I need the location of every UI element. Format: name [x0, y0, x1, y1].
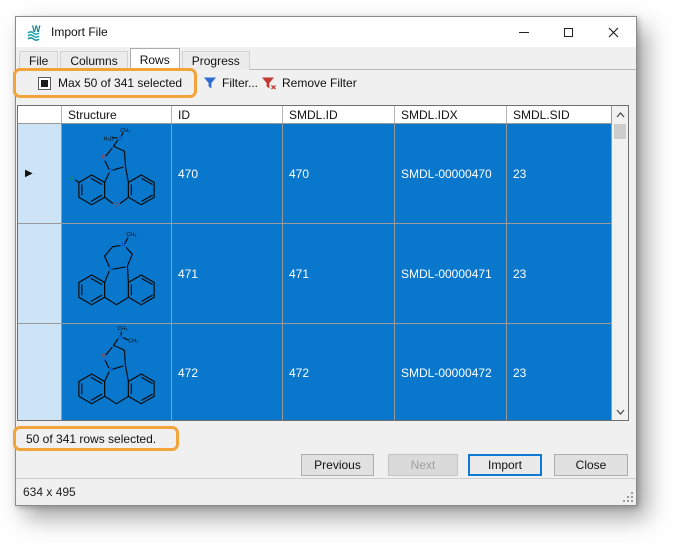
structure-cell[interactable]: N N CH₃ [62, 224, 172, 324]
column-header-smdl-idx[interactable]: SMDL.IDX [395, 106, 507, 123]
table-row[interactable]: N N CH₃ 471 471 SMDL-00000471 23 [18, 224, 611, 324]
cell-id[interactable]: 471 [172, 224, 283, 324]
svg-text:CH₃: CH₃ [126, 231, 136, 237]
row-header-cell[interactable] [18, 324, 62, 420]
remove-filter-funnel-icon [261, 76, 277, 90]
filter-funnel-icon [203, 76, 217, 90]
screenshot-canvas: W Import File File Columns [0, 0, 685, 553]
svg-text:CH₃: CH₃ [120, 127, 130, 133]
previous-button[interactable]: Previous [301, 454, 374, 476]
molecule-dibenzazepine-isoxazolidine-dimethylamine: N O N CH₃ CH₃ [62, 325, 171, 421]
grid-corner-header-cell[interactable] [18, 106, 62, 123]
current-row-marker-icon: ▶ [25, 168, 33, 179]
cell-smdl-sid[interactable]: 23 [507, 324, 611, 420]
scrollbar-thumb[interactable] [614, 124, 626, 139]
rows-data-grid: Structure ID SMDL.ID SMDL.IDX SMDL.SID ▶ [17, 105, 629, 421]
dialog-size-readout: 634 x 495 [23, 485, 76, 499]
minimize-button[interactable] [501, 17, 546, 47]
grid-header-row: Structure ID SMDL.ID SMDL.IDX SMDL.SID [18, 106, 611, 124]
chevron-up-icon [616, 112, 625, 118]
molecule-fluoro-dibenzoxepine-isoxazolidine-dimethylamine: O N O N CH₃ H₃C F [62, 126, 171, 222]
import-button[interactable]: Import [468, 454, 542, 476]
cell-smdl-idx[interactable]: SMDL-00000471 [395, 224, 507, 324]
molecule-dibenzazepine-n-methyl-piperazine: N N CH₃ [62, 226, 171, 322]
structure-cell[interactable]: O N O N CH₃ H₃C F [62, 124, 172, 224]
chevron-down-icon [616, 409, 625, 415]
window-controls [501, 17, 636, 47]
cell-smdl-id[interactable]: 472 [283, 324, 395, 420]
remove-filter-button-label: Remove Filter [282, 76, 357, 90]
column-header-smdl-sid[interactable]: SMDL.SID [507, 106, 611, 123]
svg-text:N: N [109, 367, 113, 373]
column-header-structure[interactable]: Structure [62, 106, 172, 123]
window-title: Import File [51, 25, 108, 39]
svg-text:H₃C: H₃C [103, 136, 113, 142]
table-row[interactable]: ▶ O N O [18, 124, 611, 224]
max-selected-label[interactable]: Max 50 of 341 selected [58, 76, 182, 90]
svg-text:N: N [109, 168, 113, 174]
cell-smdl-idx[interactable]: SMDL-00000472 [395, 324, 507, 420]
status-bar: 634 x 495 [16, 478, 636, 505]
vertical-scrollbar[interactable] [611, 106, 628, 420]
cell-id[interactable]: 472 [172, 324, 283, 420]
svg-text:CH₃: CH₃ [117, 325, 127, 331]
import-file-dialog: W Import File File Columns [15, 16, 637, 506]
cell-smdl-idx[interactable]: SMDL-00000470 [395, 124, 507, 224]
app-icon: W [25, 24, 42, 41]
tab-progress[interactable]: Progress [182, 51, 250, 70]
max-selected-checkbox[interactable] [38, 77, 51, 90]
minimize-icon [519, 32, 529, 33]
column-header-id[interactable]: ID [172, 106, 283, 123]
svg-text:O: O [114, 202, 119, 208]
svg-text:N: N [109, 266, 113, 272]
maximize-button[interactable] [546, 17, 591, 47]
row-header-cell[interactable]: ▶ [18, 124, 62, 224]
annotation-highlight-max-selected: Max 50 of 341 selected [13, 68, 197, 98]
title-bar: W Import File [16, 17, 636, 47]
rows-selected-status: 50 of 341 rows selected. [26, 432, 156, 446]
tab-strip: File Columns Rows Progress [19, 48, 252, 70]
app-logo-letter: W [32, 24, 41, 34]
remove-filter-button[interactable]: Remove Filter [257, 72, 361, 94]
svg-text:N: N [118, 135, 122, 141]
close-icon [608, 27, 619, 38]
filter-button-label: Filter... [222, 76, 258, 90]
grid-columns-area: Structure ID SMDL.ID SMDL.IDX SMDL.SID ▶ [18, 106, 611, 420]
cell-smdl-sid[interactable]: 23 [507, 124, 611, 224]
row-header-cell[interactable] [18, 224, 62, 324]
cell-smdl-id[interactable]: 470 [283, 124, 395, 224]
cell-id[interactable]: 470 [172, 124, 283, 224]
table-row[interactable]: N O N CH₃ CH₃ 472 472 SMDL-000 [18, 324, 611, 420]
maximize-icon [564, 28, 573, 37]
close-dialog-button[interactable]: Close [554, 454, 628, 476]
svg-text:CH₃: CH₃ [128, 338, 138, 344]
structure-cell[interactable]: N O N CH₃ CH₃ [62, 324, 172, 420]
scrollbar-down-button[interactable] [612, 403, 628, 420]
column-header-smdl-id[interactable]: SMDL.ID [283, 106, 395, 123]
svg-text:N: N [118, 334, 122, 340]
scrollbar-up-button[interactable] [612, 106, 628, 123]
cell-smdl-sid[interactable]: 23 [507, 224, 611, 324]
resize-grip-icon[interactable] [623, 492, 634, 503]
checkbox-checked-icon [41, 80, 48, 87]
filter-button[interactable]: Filter... [199, 72, 262, 94]
annotation-highlight-rows-selected: 50 of 341 rows selected. [13, 426, 179, 451]
close-button[interactable] [591, 17, 636, 47]
svg-text:F: F [70, 176, 74, 182]
cell-smdl-id[interactable]: 471 [283, 224, 395, 324]
next-button: Next [388, 454, 458, 476]
